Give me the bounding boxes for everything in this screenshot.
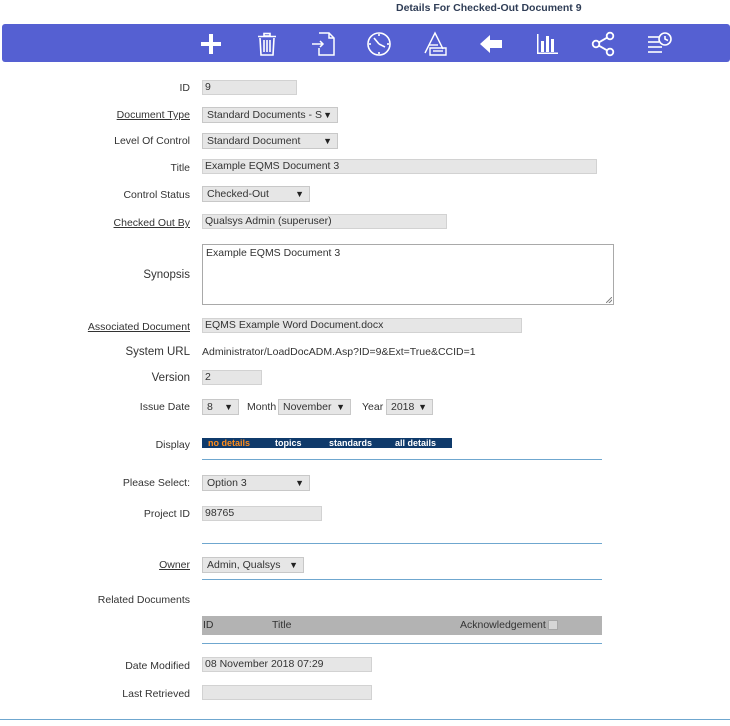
chevron-down-icon: ▼ [224,402,233,412]
review-document-icon[interactable] [422,31,448,57]
column-header-id[interactable]: ID [203,616,214,635]
chevron-down-icon: ▼ [418,402,427,412]
associated-document-field[interactable]: EQMS Example Word Document.docx [202,318,522,333]
document-type-select[interactable]: Standard Documents - S ▼ [202,107,338,123]
display-option-no-details[interactable]: no details [208,438,250,448]
control-status-select[interactable]: Checked-Out ▼ [202,186,310,202]
owner-label[interactable]: Owner [159,559,190,571]
display-option-standards[interactable]: standards [329,438,372,448]
please-select-value: Option 3 [207,477,247,489]
history-list-icon[interactable] [646,31,672,57]
chevron-down-icon: ▼ [323,110,332,120]
owner-value: Admin, Qualsys [207,559,281,571]
clock-icon[interactable] [366,31,392,57]
project-id-label: Project ID [143,508,190,520]
system-url-value: Administrator/LoadDocADM.Asp?ID=9&Ext=Tr… [202,346,476,358]
id-label: ID [179,82,191,94]
synopsis-text: Example EQMS Document 3 [206,247,341,259]
issue-year-label: Year [362,401,384,413]
related-documents-table-header: ID Title Acknowledgement [202,616,602,635]
resize-handle-icon[interactable] [606,297,612,303]
associated-document-label[interactable]: Associated Document [88,321,190,333]
level-of-control-select[interactable]: Standard Document ▼ [202,133,338,149]
page-title: Details For Checked-Out Document 9 [396,2,582,14]
display-label: Display [155,439,190,451]
divider [202,459,602,460]
chevron-down-icon: ▼ [336,402,345,412]
level-of-control-value: Standard Document [207,135,301,147]
display-option-all-details[interactable]: all details [395,438,436,448]
back-arrow-icon[interactable] [478,31,504,57]
column-header-title[interactable]: Title [272,616,291,635]
add-icon[interactable] [198,31,224,57]
control-status-label: Control Status [123,189,190,201]
synopsis-label: Synopsis [143,269,190,281]
trash-icon[interactable] [254,31,280,57]
checkin-document-icon[interactable] [310,31,336,57]
issue-month-label: Month [247,401,277,413]
chevron-down-icon: ▼ [295,189,304,199]
title-label: Title [170,162,190,174]
chevron-down-icon: ▼ [289,560,298,570]
divider [202,579,602,580]
version-field[interactable]: 2 [202,370,262,385]
version-label: Version [151,372,190,384]
issue-date-label: Issue Date [139,401,190,413]
divider [202,643,602,644]
issue-year-select[interactable]: 2018 ▼ [386,399,433,415]
project-id-field[interactable]: 98765 [202,506,322,521]
issue-year-value: 2018 [391,401,415,413]
chevron-down-icon: ▼ [323,136,332,146]
divider [202,543,602,544]
please-select-select[interactable]: Option 3 ▼ [202,475,310,491]
display-option-topics[interactable]: topics [275,438,302,448]
checked-out-by-label[interactable]: Checked Out By [114,217,190,229]
control-status-value: Checked-Out [207,188,269,200]
issue-month-select[interactable]: November ▼ [278,399,351,415]
synopsis-textarea[interactable]: Example EQMS Document 3 [202,244,614,305]
issue-month-value: November [283,401,332,413]
last-retrieved-field[interactable] [202,685,372,700]
checked-out-by-field[interactable]: Qualsys Admin (superuser) [202,214,447,229]
please-select-label: Please Select: [122,477,190,489]
date-modified-label: Date Modified [125,660,190,672]
system-url-label: System URL [125,346,190,358]
owner-select[interactable]: Admin, Qualsys ▼ [202,557,304,573]
issue-day-value: 8 [207,401,213,413]
acknowledgement-checkbox[interactable] [548,620,558,630]
share-icon[interactable] [590,31,616,57]
document-type-value: Standard Documents - S [207,109,322,121]
id-field[interactable]: 9 [202,80,297,95]
footer-divider [0,719,730,720]
bar-chart-icon[interactable] [534,31,560,57]
display-options-bar: no details topics standards all details [202,438,452,448]
issue-day-select[interactable]: 8 ▼ [202,399,239,415]
title-field[interactable]: Example EQMS Document 3 [202,159,597,174]
last-retrieved-label: Last Retrieved [122,688,190,700]
column-header-acknowledgement[interactable]: Acknowledgement [460,616,546,635]
date-modified-field[interactable]: 08 November 2018 07:29 [202,657,372,672]
related-documents-label: Related Documents [97,594,190,606]
level-of-control-label: Level Of Control [114,135,190,147]
document-type-label[interactable]: Document Type [117,109,190,121]
chevron-down-icon: ▼ [295,478,304,488]
